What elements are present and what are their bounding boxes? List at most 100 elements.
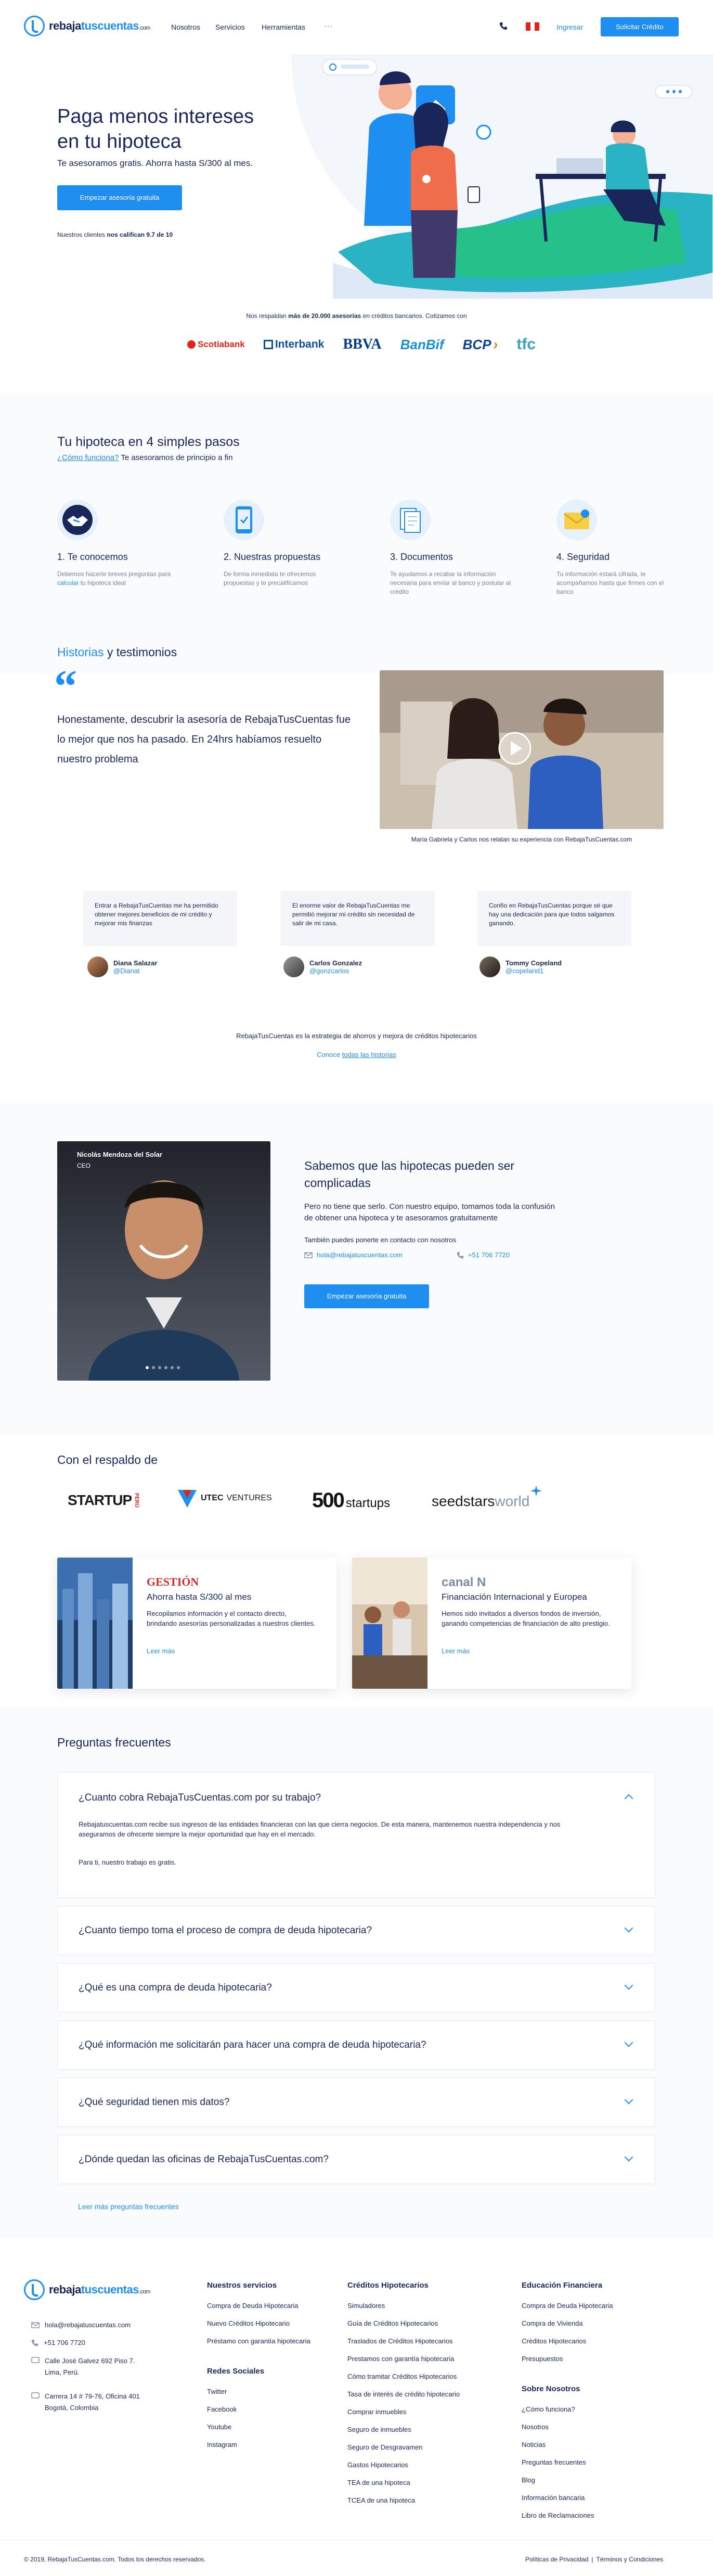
logo[interactable]: rebajatuscuentas.com [24, 16, 150, 36]
backer-logos: STARTUP PERÚ UTEC VENTURES 500 startups … [68, 1485, 562, 1517]
footer-link[interactable]: Compra de Vivienda [522, 2315, 662, 2332]
footer-link[interactable]: Tasa de interés de crédito hipotecario [347, 2386, 498, 2403]
footer-link[interactable]: Libro de Reclamaciones [522, 2507, 662, 2524]
carousel-dot[interactable] [158, 1366, 161, 1369]
chevron-down-icon[interactable] [624, 2038, 633, 2047]
footer-link[interactable]: Blog [522, 2471, 662, 2489]
carousel-dot[interactable] [177, 1366, 180, 1369]
footer-link-instagram[interactable]: Instagram [207, 2436, 332, 2454]
faq-item-2[interactable]: ¿Cuanto tiempo toma el proceso de compra… [57, 1906, 655, 1955]
login-link[interactable]: Ingresar [556, 23, 583, 31]
footer-link[interactable]: TEA de una hipoteca [347, 2474, 498, 2492]
phone-icon[interactable] [499, 22, 508, 33]
author-handle[interactable]: @Dianat [113, 967, 158, 975]
footer-email[interactable]: hola@rebajatuscuentas.com [31, 2321, 131, 2329]
footer-link[interactable]: Cómo tramitar Créditos Hipotecarios [347, 2368, 498, 2386]
calcular-link[interactable]: calcular [57, 579, 79, 586]
footer-link-youtube[interactable]: Youtube [207, 2418, 332, 2436]
press-read-more-link[interactable]: Leer más [147, 1647, 175, 1655]
carousel-dot[interactable] [171, 1366, 174, 1369]
footer-link[interactable]: Preguntas frecuentes [522, 2454, 662, 2471]
terms-link[interactable]: Términos y Condiciones [597, 2556, 664, 2563]
carousel-dot[interactable] [152, 1366, 155, 1369]
faq-item-6[interactable]: ¿Dónde quedan las oficinas de RebajaTusC… [57, 2135, 655, 2184]
nav-link-servicios[interactable]: Servicios [215, 23, 245, 31]
footer-link[interactable]: Simuladores [347, 2297, 498, 2315]
footer-email-text[interactable]: hola@rebajatuscuentas.com [45, 2321, 131, 2329]
all-stories-link[interactable]: todas las historias [342, 1051, 396, 1059]
faq-item-5[interactable]: ¿Qué seguridad tienen mis datos? [57, 2077, 655, 2127]
team-photo[interactable]: Nicolás Mendoza del Solar CEO [57, 1141, 270, 1381]
footer-link-facebook[interactable]: Facebook [207, 2401, 332, 2418]
footer-link[interactable]: Nosotros [522, 2418, 662, 2436]
faq-question[interactable]: ¿Qué es una compra de deuda hipotecaria? [79, 1982, 272, 1994]
solicitar-credito-button[interactable]: Solicitar Crédito [601, 17, 679, 36]
carousel-dot[interactable] [164, 1366, 167, 1369]
footer-link[interactable]: Préstamo con garantía hipotecaria [207, 2332, 332, 2350]
footer-link[interactable]: Nuevo Créditos Hipotecario [207, 2315, 332, 2332]
peru-flag-icon[interactable] [526, 22, 540, 31]
faq-item-1[interactable]: ¿Cuanto cobra RebajaTusCuentas.com por s… [57, 1772, 655, 1898]
footer-link[interactable]: Seguro de Desgravamen [347, 2439, 498, 2456]
team-cta-button[interactable]: Empezar asesoría gratuita [304, 1284, 429, 1308]
footer-link[interactable]: Traslados de Créditos Hipotecarios [347, 2332, 498, 2350]
footer-phone-text[interactable]: +51 706 7720 [44, 2339, 85, 2347]
author-handle[interactable]: @gonzcarlos [309, 967, 362, 975]
legal-separator: | [591, 2556, 593, 2563]
faq-question[interactable]: ¿Cuanto tiempo toma el proceso de compra… [79, 1925, 372, 1936]
faq-question[interactable]: ¿Dónde quedan las oficinas de RebajaTusC… [79, 2154, 329, 2165]
chevron-up-icon[interactable] [624, 1794, 633, 1803]
backers-title: Con el respaldo de [57, 1453, 158, 1466]
footer-link[interactable]: Gastos Hipotecarios [347, 2456, 498, 2474]
footer-link[interactable]: Compra de Deuda Hipotecaria [207, 2297, 332, 2315]
privacy-policy-link[interactable]: Políticas de Privacidad [525, 2556, 588, 2563]
footer-link[interactable]: Guía de Créditos Hipotecarios [347, 2315, 498, 2332]
footer-link[interactable]: Créditos Hipotecarios [522, 2332, 662, 2350]
carousel-dot-active[interactable] [146, 1366, 149, 1369]
nav-more-menu[interactable]: ··· [323, 21, 333, 32]
testimonial-video[interactable] [380, 670, 664, 829]
footer-link[interactable]: TCEA de una hipoteca [347, 2492, 498, 2509]
team-email[interactable]: hola@rebajatuscuentas.com [304, 1251, 403, 1259]
faq-question[interactable]: ¿Qué información me solicitarán para hac… [79, 2039, 426, 2051]
team-email-text[interactable]: hola@rebajatuscuentas.com [317, 1251, 403, 1259]
footer-link-twitter[interactable]: Twitter [207, 2383, 332, 2401]
team-phone[interactable]: +51 706 7720 [457, 1251, 510, 1259]
faq-question[interactable]: ¿Cuanto cobra RebajaTusCuentas.com por s… [79, 1792, 321, 1804]
footer-link[interactable]: Comprar inmuebles [347, 2403, 498, 2421]
faq-item-3[interactable]: ¿Qué es una compra de deuda hipotecaria? [57, 1963, 655, 2012]
faq-more-link[interactable]: Leer más preguntas frecuentes [78, 2202, 179, 2211]
step-2-title: 2. Nuestras propuestas [224, 552, 321, 562]
como-funciona-link[interactable]: ¿Cómo funciona? [57, 453, 119, 462]
chevron-down-icon[interactable] [624, 2095, 633, 2105]
chevron-down-icon[interactable] [624, 1981, 633, 1990]
faq-question[interactable]: ¿Qué seguridad tienen mis datos? [79, 2097, 229, 2108]
chevron-down-icon[interactable] [624, 2152, 633, 2162]
faq-item-4[interactable]: ¿Qué información me solicitarán para hac… [57, 2020, 655, 2070]
footer-logo[interactable]: rebajatuscuentas.com [24, 2279, 150, 2300]
all-stories: Conoce todas las historias [317, 1051, 396, 1059]
footer-link[interactable]: Presupuestos [522, 2350, 662, 2368]
video-thumbnail [380, 670, 664, 829]
chevron-down-icon[interactable] [624, 1923, 633, 1933]
footer-link[interactable]: Prestamos con garantía hipotecaria [347, 2350, 498, 2368]
footer-link[interactable]: Información bancaria [522, 2489, 662, 2507]
author-handle[interactable]: @copeland1 [505, 967, 562, 975]
nav-link-nosotros[interactable]: Nosotros [171, 23, 200, 31]
banks-statement: Nos respaldan más de 20.000 asesorías en… [0, 312, 713, 320]
utec-icon [178, 1490, 197, 1508]
team-phone-text[interactable]: +51 706 7720 [468, 1251, 510, 1259]
hero-cta-button[interactable]: Empezar asesoría gratuita [57, 185, 182, 210]
email-icon [304, 1252, 313, 1258]
footer-link[interactable]: Noticias [522, 2436, 662, 2454]
press-read-more-link[interactable]: Leer más [442, 1647, 470, 1655]
500-startups-logo: 500 startups [312, 1489, 391, 1512]
carousel-dots[interactable] [146, 1366, 180, 1369]
nav-link-herramientas[interactable]: Herramientas [262, 23, 305, 31]
press-card-canaln[interactable]: canal N Financiación Internacional y Eur… [352, 1558, 631, 1689]
footer-link[interactable]: ¿Cómo funciona? [522, 2401, 662, 2418]
footer-phone[interactable]: +51 706 7720 [31, 2339, 85, 2347]
footer-link[interactable]: Compra de Deuda Hipotecaria [522, 2297, 662, 2315]
footer-link[interactable]: Seguro de inmuebles [347, 2421, 498, 2439]
press-card-gestion[interactable]: GESTIÓN Ahorra hasta S/300 al mes Recopi… [57, 1558, 336, 1689]
